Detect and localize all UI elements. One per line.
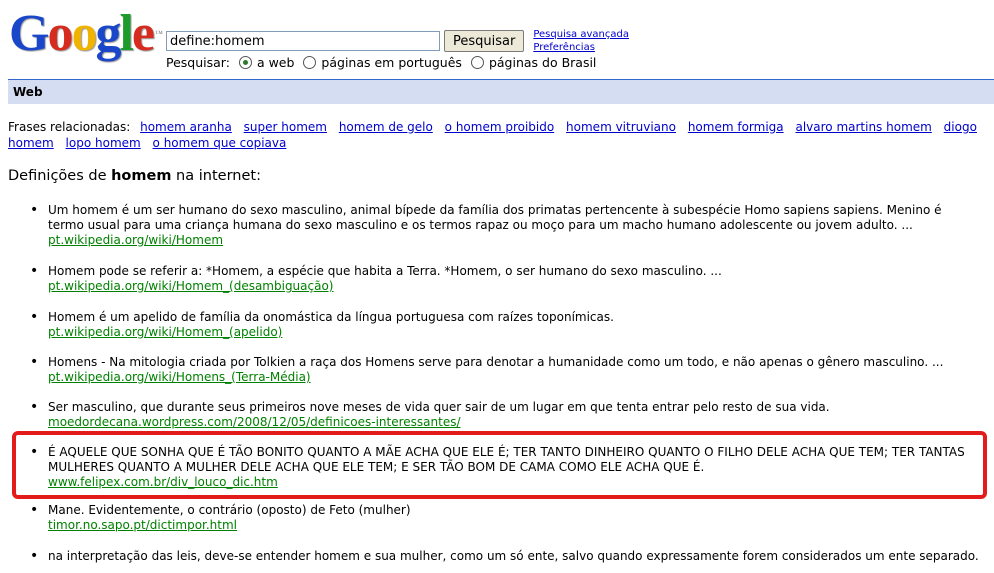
related-phrase-link[interactable]: o homem proibido — [445, 120, 555, 134]
scope-option-label[interactable]: páginas em português — [321, 55, 462, 70]
definition-item: Um homem é um ser humano do sexo masculi… — [30, 203, 980, 248]
logo-letter: G — [9, 5, 49, 62]
definition-item: Ser masculino, que durante seus primeiro… — [30, 400, 980, 430]
definition-source-link[interactable]: pt.wikipedia.org/wiki/Homens_(Terra-Médi… — [48, 370, 980, 385]
trademark-symbol: ™ — [155, 29, 163, 38]
related-phrases-label: Frases relacionadas: — [8, 120, 131, 134]
search-input[interactable] — [166, 31, 440, 51]
definition-item-highlighted: É AQUELE QUE SONHA QUE É TÃO BONITO QUAN… — [30, 445, 980, 490]
definition-item: Homem é um apelido de família da onomást… — [30, 310, 980, 340]
scope-radio-portuguese[interactable] — [303, 56, 317, 69]
definition-text: Ser masculino, que durante seus primeiro… — [48, 400, 830, 414]
heading-suffix: na internet: — [171, 168, 261, 184]
definition-source-link[interactable]: pt.wikipedia.org/wiki/Homem — [48, 233, 980, 248]
related-phrase-link[interactable]: homem de gelo — [339, 120, 433, 134]
logo-letter: o — [47, 5, 73, 62]
logo-letter: o — [71, 5, 97, 62]
tab-web[interactable]: Web — [13, 85, 43, 99]
definition-text: Homem é um apelido de família da onomást… — [48, 310, 614, 324]
definition-item: Homens - Na mitologia criada por Tolkien… — [30, 355, 980, 385]
definition-source-link[interactable]: moedordecana.wordpress.com/2008/12/05/de… — [48, 415, 980, 430]
scope-radio-web[interactable] — [238, 56, 252, 69]
search-options-links: Pesquisa avançada Preferências — [533, 28, 629, 54]
logo-letter: g — [95, 5, 121, 62]
definition-item: Mane. Evidentemente, o contrário (oposto… — [30, 503, 980, 533]
related-phrase-link[interactable]: homem vitruviano — [566, 120, 676, 134]
advanced-search-link[interactable]: Pesquisa avançada — [533, 28, 629, 41]
definition-source-link[interactable]: pt.wikipedia.org/wiki/Homem_(desambiguaç… — [48, 279, 980, 294]
logo-letter: e — [131, 5, 155, 62]
definition-source-link[interactable]: timor.no.sapo.pt/dictimpor.html — [48, 518, 980, 533]
related-phrase-link[interactable]: homem formiga — [688, 120, 784, 134]
related-phrase-link[interactable]: alvaro martins homem — [795, 120, 931, 134]
definition-text: Homens - Na mitologia criada por Tolkien… — [48, 355, 944, 369]
related-phrase-link[interactable]: lopo homem — [66, 136, 141, 150]
results-tab-bar: Web — [8, 79, 994, 104]
definition-text: É AQUELE QUE SONHA QUE É TÃO BONITO QUAN… — [48, 445, 965, 474]
definitions-heading: Definições de homem na internet: — [8, 168, 261, 184]
scope-radio-brazil[interactable] — [470, 56, 484, 69]
related-phrase-link[interactable]: homem aranha — [140, 120, 232, 134]
definition-source-link[interactable]: pt.wikipedia.org/wiki/Homem_(apelido) — [48, 325, 980, 340]
logo-letter: l — [119, 5, 134, 62]
radio-selected-dot — [242, 60, 248, 65]
heading-prefix: Definições de — [8, 168, 112, 184]
scope-label: Pesquisar: — [166, 55, 230, 70]
scope-option-label[interactable]: páginas do Brasil — [489, 55, 596, 70]
definition-source-link[interactable]: www.felipex.com.br/div_louco_dic.htm — [48, 475, 980, 490]
search-button[interactable]: Pesquisar — [444, 30, 525, 52]
definition-text: na interpretação das leis, deve-se enten… — [48, 549, 979, 563]
search-scope: Pesquisar: a web páginas em português pá… — [166, 55, 596, 70]
definition-text: Mane. Evidentemente, o contrário (oposto… — [48, 503, 411, 517]
definitions-list: Um homem é um ser humano do sexo masculi… — [30, 203, 980, 564]
related-phrase-link[interactable]: o homem que copiava — [153, 136, 287, 150]
related-phrases: Frases relacionadas: homem aranha super … — [8, 119, 988, 151]
preferences-link[interactable]: Preferências — [533, 41, 629, 54]
heading-term: homem — [111, 168, 172, 184]
definition-item: Homem pode se referir a: *Homem, a espéc… — [30, 264, 980, 294]
definition-text: Homem pode se referir a: *Homem, a espéc… — [48, 264, 722, 278]
search-bar: Pesquisar Pesquisa avançada Preferências — [166, 28, 629, 54]
definition-text: Um homem é um ser humano do sexo masculi… — [48, 203, 942, 232]
google-logo[interactable]: Google ™ — [9, 6, 163, 62]
scope-option-label[interactable]: a web — [257, 55, 294, 70]
related-phrase-link[interactable]: super homem — [244, 120, 327, 134]
definition-item: na interpretação das leis, deve-se enten… — [30, 549, 980, 564]
